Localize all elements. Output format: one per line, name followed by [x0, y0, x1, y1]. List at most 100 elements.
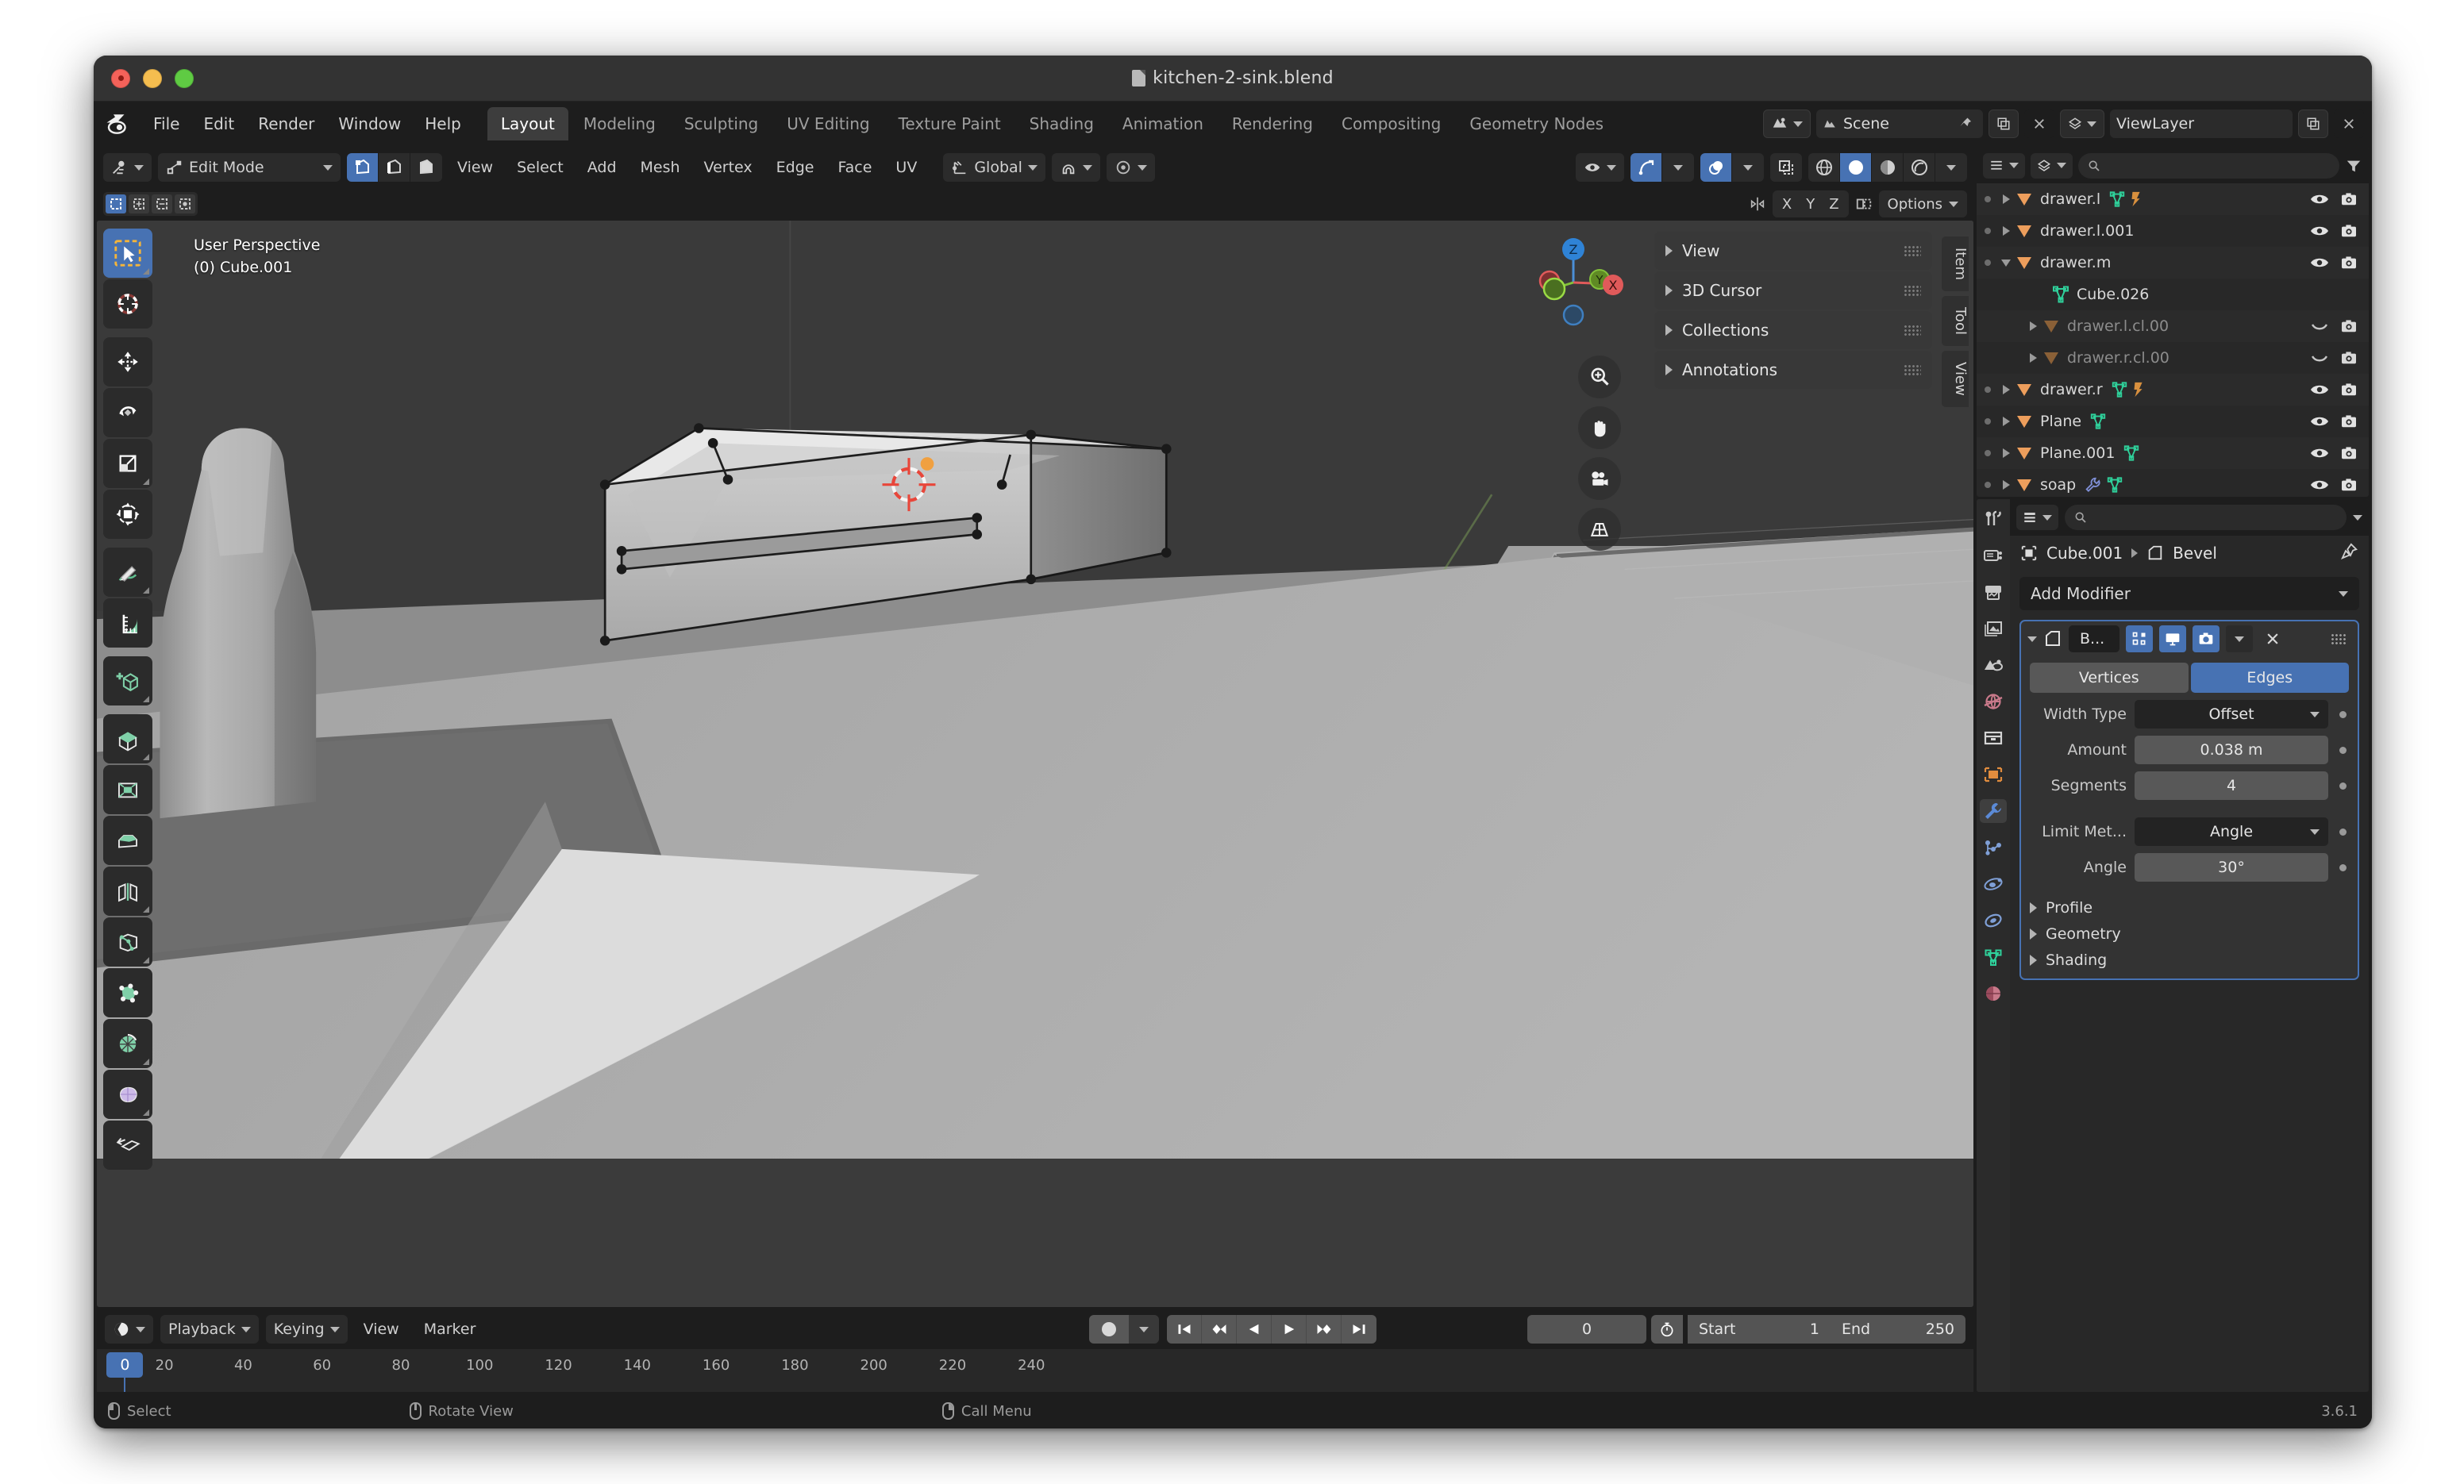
next-keyframe-button[interactable] [1307, 1315, 1342, 1344]
viewlayer-type-selector[interactable] [2060, 110, 2104, 138]
tool-add-cube[interactable] [103, 656, 152, 705]
properties-tab-render[interactable] [1980, 544, 2007, 567]
tool-inset-faces[interactable] [103, 765, 152, 814]
viewport-menu-view[interactable]: View [449, 155, 502, 180]
properties-editor-type-selector[interactable] [2016, 505, 2058, 530]
properties-tab-tool[interactable] [1980, 507, 2007, 531]
vertex-select-mode-button[interactable] [347, 153, 379, 182]
camera-icon[interactable] [2340, 192, 2358, 206]
mirror-axis-y[interactable]: Y [1800, 196, 1821, 213]
mirror-axis-x[interactable]: X [1776, 196, 1798, 213]
tool-knife[interactable] [103, 917, 152, 967]
eye-closed-icon[interactable] [2310, 319, 2329, 333]
viewport-menu-add[interactable]: Add [579, 155, 626, 180]
timeline-menu-marker[interactable]: Marker [415, 1317, 485, 1342]
timeline-menu-playback[interactable]: Playback [160, 1315, 259, 1344]
width-type-animate-dot[interactable] [2336, 710, 2349, 718]
camera-icon[interactable] [2340, 478, 2358, 492]
close-button[interactable] [111, 68, 130, 88]
shading-rendered-button[interactable] [1904, 153, 1935, 182]
eye-icon[interactable] [2310, 478, 2329, 492]
select-difference-button[interactable] [175, 194, 195, 213]
modifier-edit-mode-toggle[interactable] [2126, 625, 2153, 652]
disclosure-triangle[interactable] [1997, 417, 2015, 427]
play-reverse-button[interactable] [1237, 1315, 1272, 1344]
tool-poly-build[interactable] [103, 968, 152, 1017]
shading-material-preview-button[interactable] [1872, 153, 1904, 182]
maximize-button[interactable] [175, 68, 194, 88]
width-type-dropdown[interactable]: Offset [2135, 700, 2328, 729]
remove-scene-button[interactable] [2024, 110, 2054, 138]
viewport-menu-edge[interactable]: Edge [768, 155, 823, 180]
start-frame-field[interactable]: Start 1 [1688, 1315, 1831, 1344]
properties-tab-data[interactable] [1980, 945, 2007, 969]
disclosure-triangle[interactable] [1997, 385, 2015, 395]
workspace-tab-geometry-nodes[interactable]: Geometry Nodes [1456, 107, 1617, 140]
eye-icon[interactable] [2310, 256, 2329, 270]
outliner-editor-type-selector[interactable] [1983, 152, 2025, 179]
tool-rotate[interactable] [103, 388, 152, 437]
modifier-subpanel-shading[interactable]: Shading [2030, 952, 2349, 969]
workspace-tab-shading[interactable]: Shading [1016, 107, 1107, 140]
disclosure-triangle[interactable] [1997, 448, 2015, 459]
blender-logo-icon[interactable] [105, 112, 132, 136]
breadcrumb-object-name[interactable]: Cube.001 [2046, 544, 2123, 563]
shading-dropdown-button[interactable] [1935, 153, 1967, 182]
camera-icon[interactable] [2340, 319, 2358, 333]
mirror-icon[interactable] [1749, 195, 1766, 213]
outliner-row-draw-m[interactable]: drawer.m [1977, 247, 2369, 279]
modifier-extras-dropdown[interactable] [2226, 625, 2253, 652]
disclosure-triangle[interactable] [1997, 226, 2015, 236]
workspace-tab-rendering[interactable]: Rendering [1219, 107, 1326, 140]
tool-bevel[interactable] [103, 816, 152, 865]
timeline-menu-keying[interactable]: Keying [265, 1315, 348, 1344]
segments-animate-dot[interactable] [2336, 782, 2349, 790]
affect-vertices-button[interactable]: Vertices [2030, 663, 2189, 693]
select-extend-button[interactable] [129, 194, 149, 213]
modifier-expand-chevron-icon[interactable] [2027, 636, 2037, 642]
timeline-menu-view[interactable]: View [355, 1317, 408, 1342]
amount-value-field[interactable]: 0.038 m [2135, 736, 2328, 764]
camera-icon[interactable] [2340, 256, 2358, 270]
workspace-tab-layout[interactable]: Layout [487, 107, 568, 140]
menu-render[interactable]: Render [246, 110, 326, 138]
wrench-icon[interactable] [2084, 476, 2101, 494]
modifier-name-field[interactable]: B... [2069, 625, 2119, 652]
menu-edit[interactable]: Edit [191, 110, 246, 138]
sidebar-panel-annotations[interactable]: Annotations [1654, 351, 1932, 389]
overlays-toggle-button[interactable] [1700, 153, 1732, 182]
mesh-data-icon[interactable] [2108, 190, 2126, 208]
tool-loop-cut[interactable] [103, 867, 152, 916]
outliner-row-soap[interactable]: soap [1977, 469, 2369, 497]
properties-tab-modifier[interactable] [1980, 799, 2007, 823]
select-subtract-button[interactable] [152, 194, 172, 213]
pin-icon[interactable] [1959, 117, 1973, 131]
viewport-menu-uv[interactable]: UV [887, 155, 926, 180]
breadcrumb-modifier-name[interactable]: Bevel [2173, 544, 2217, 563]
play-button[interactable] [1272, 1315, 1307, 1344]
sidebar-tab-item[interactable]: Item [1942, 236, 1969, 291]
viewport-menu-face[interactable]: Face [829, 155, 880, 180]
auto-keying-dropdown[interactable] [1129, 1315, 1159, 1344]
workspace-tab-sculpting[interactable]: Sculpting [671, 107, 772, 140]
viewport-menu-mesh[interactable]: Mesh [632, 155, 689, 180]
sidebar-panel-collections[interactable]: Collections [1654, 311, 1932, 349]
use-preview-range-button[interactable] [1651, 1315, 1683, 1344]
outliner-row-drawer-r-cl[interactable]: drawer.r.cl.00 [1977, 342, 2369, 374]
tool-scale[interactable] [103, 439, 152, 488]
tool-spin[interactable] [103, 1019, 152, 1068]
modifier-realtime-toggle[interactable] [2159, 625, 2186, 652]
chevron-down-icon[interactable] [2353, 514, 2362, 521]
gizmo-toggle-button[interactable] [1630, 153, 1662, 182]
camera-icon[interactable] [2340, 351, 2358, 365]
sidebar-panel-view[interactable]: View [1654, 232, 1932, 270]
disclosure-triangle[interactable] [1997, 259, 2015, 267]
menu-window[interactable]: Window [326, 110, 413, 138]
zoom-button[interactable] [1578, 356, 1621, 398]
timeline-editor-type-selector[interactable] [105, 1315, 153, 1344]
snap-selector[interactable] [1051, 153, 1100, 182]
minimize-button[interactable] [143, 68, 162, 88]
mesh-data-icon[interactable] [2089, 413, 2107, 430]
viewport-options-button[interactable]: Options [1878, 190, 1967, 217]
tool-cursor[interactable] [103, 279, 152, 329]
